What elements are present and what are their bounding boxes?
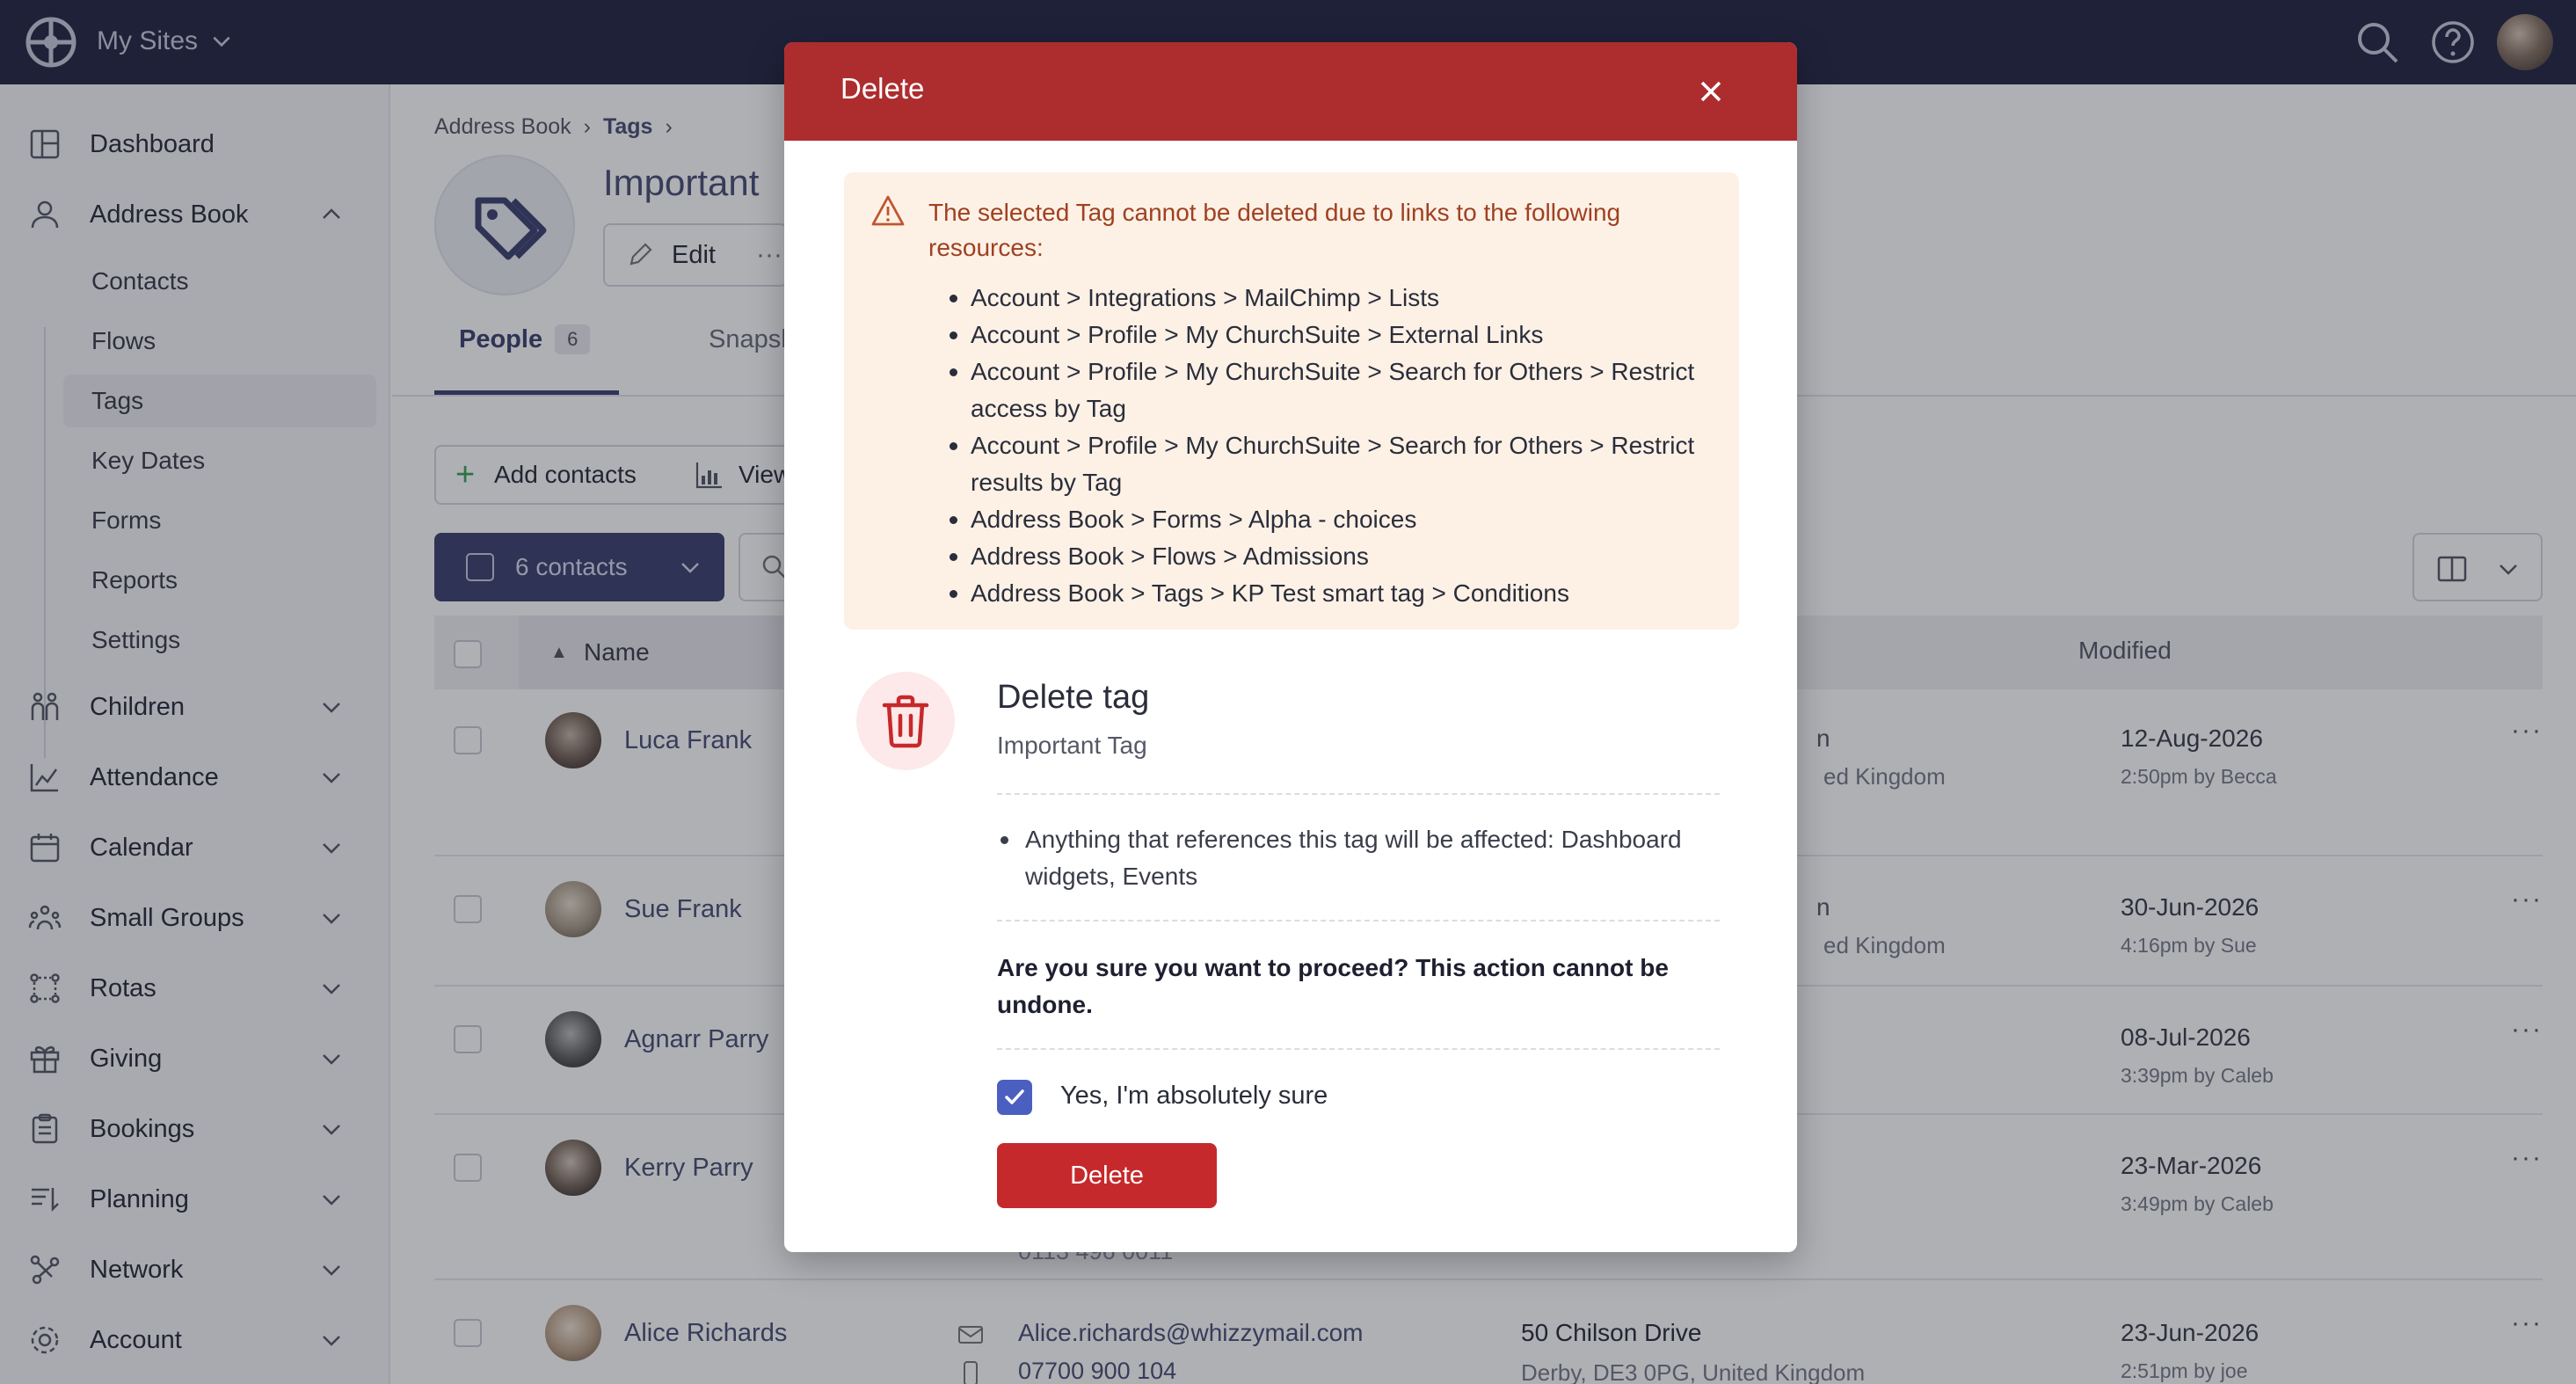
list-item: Account > Profile > My ChurchSuite > Sea… [950, 353, 1714, 427]
delete-button[interactable]: Delete [997, 1143, 1217, 1208]
modal-title: Delete [840, 72, 925, 105]
tag-name: Important Tag [997, 732, 1147, 759]
list-item: Address Book > Forms > Alpha - choices [950, 501, 1714, 538]
list-item: Address Book > Tags > KP Test smart tag … [950, 575, 1714, 612]
warning-message: The selected Tag cannot be deleted due t… [928, 199, 1621, 261]
list-item: Account > Profile > My ChurchSuite > Sea… [950, 427, 1714, 501]
confirm-checkbox[interactable] [997, 1080, 1032, 1115]
divider [997, 920, 1720, 921]
divider [997, 1048, 1720, 1050]
list-item: Account > Profile > My ChurchSuite > Ext… [950, 317, 1714, 353]
list-item: Address Book > Flows > Admissions [950, 538, 1714, 575]
confirm-question: Are you sure you want to proceed? This a… [997, 954, 1669, 1018]
linked-resources-list: Account > Integrations > MailChimp > Lis… [950, 280, 1714, 612]
warning-box: The selected Tag cannot be deleted due t… [844, 172, 1739, 630]
modal-header: Delete [784, 42, 1797, 141]
confirm-checkbox-label[interactable]: Yes, I'm absolutely sure [1060, 1082, 1328, 1111]
affected-note: Anything that references this tag will b… [1001, 821, 1728, 895]
warning-triangle-icon [871, 195, 905, 226]
close-icon[interactable] [1693, 74, 1728, 109]
list-item: Account > Integrations > MailChimp > Lis… [950, 280, 1714, 317]
delete-modal: Delete The selected Tag cannot be delete… [784, 42, 1797, 1252]
delete-heading: Delete tag [997, 679, 1150, 716]
trash-badge [856, 672, 955, 770]
trash-icon [882, 695, 929, 748]
divider [997, 793, 1720, 795]
checkmark-icon [1005, 1089, 1024, 1104]
